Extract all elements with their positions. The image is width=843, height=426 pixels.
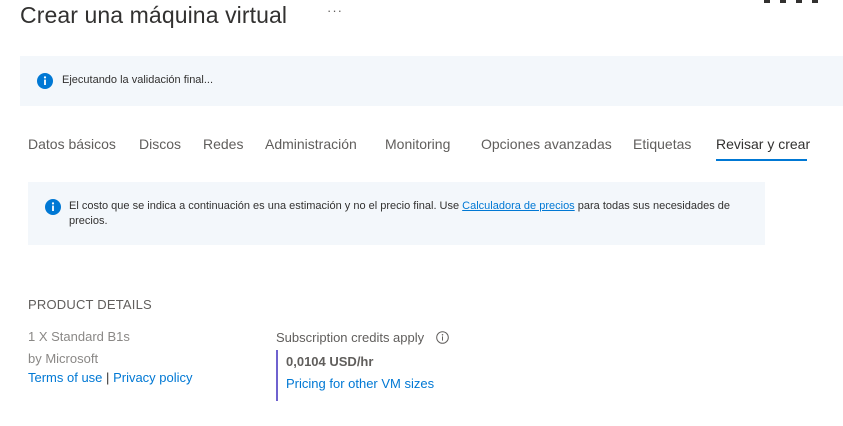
product-vendor: by Microsoft	[28, 351, 99, 366]
subscription-credits: Subscription credits apply	[276, 330, 449, 345]
tab-datos-basicos[interactable]: Datos básicos	[28, 136, 116, 152]
tab-discos[interactable]: Discos	[139, 136, 181, 152]
product-links: Terms of use | Privacy policy	[28, 370, 193, 385]
validation-banner-text: Ejecutando la validación final...	[62, 74, 214, 86]
tab-revisar-y-crear[interactable]: Revisar y crear	[716, 136, 810, 152]
notice-text-before: El costo que se indica a continuación es…	[69, 200, 463, 212]
info-icon	[45, 199, 61, 215]
tab-etiquetas[interactable]: Etiquetas	[633, 136, 691, 152]
tab-administracion[interactable]: Administración	[265, 136, 357, 152]
cost-notice: El costo que se indica a continuación es…	[28, 182, 765, 245]
page-title: Crear una máquina virtual	[20, 2, 288, 28]
cost-notice-text: El costo que se indica a continuación es…	[69, 199, 739, 229]
partial-graphic	[764, 0, 818, 3]
pricing-other-sizes-link[interactable]: Pricing for other VM sizes	[286, 376, 434, 391]
validation-banner: Ejecutando la validación final...	[20, 56, 843, 106]
tab-monitoring[interactable]: Monitoring	[385, 136, 450, 152]
pricing-calculator-link[interactable]: Calculadora de precios	[462, 200, 575, 212]
tab-opciones-avanzadas[interactable]: Opciones avanzadas	[481, 136, 612, 152]
product-details-heading: PRODUCT DETAILS	[28, 297, 152, 312]
more-options-button[interactable]: ···	[327, 3, 343, 18]
tab-redes[interactable]: Redes	[203, 136, 243, 152]
create-vm-page: Crear una máquina virtual ··· Ejecutando…	[0, 0, 843, 426]
terms-of-use-link[interactable]: Terms of use	[28, 370, 102, 385]
info-outline-icon[interactable]	[435, 331, 449, 344]
info-icon	[37, 73, 53, 89]
privacy-policy-link[interactable]: Privacy policy	[113, 370, 192, 385]
active-tab-indicator	[716, 159, 807, 161]
subscription-credits-label: Subscription credits apply	[276, 330, 425, 345]
price-block: 0,0104 USD/hr Pricing for other VM sizes	[276, 350, 478, 401]
link-separator: |	[106, 370, 110, 385]
price-per-hour: 0,0104 USD/hr	[286, 354, 374, 369]
product-name: 1 X Standard B1s	[28, 329, 130, 344]
